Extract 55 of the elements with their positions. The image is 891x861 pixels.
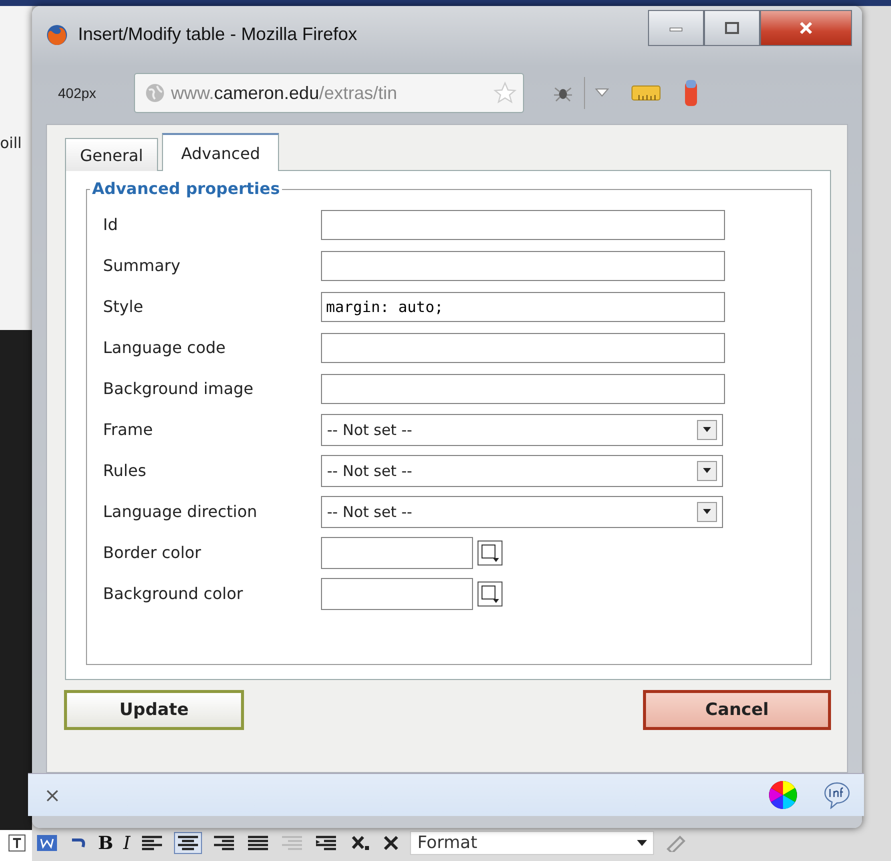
field-label: Summary <box>103 256 182 275</box>
close-icon <box>798 21 814 35</box>
field-label: Background color <box>103 584 244 603</box>
field-label: Language code <box>103 338 227 357</box>
field-label: Language direction <box>103 502 258 521</box>
tab[interactable]: General <box>65 138 158 171</box>
text-icon[interactable] <box>8 834 26 852</box>
tab[interactable]: Advanced <box>162 133 280 171</box>
select-field[interactable]: -- Not set -- <box>321 496 723 528</box>
url-text: www.cameron.edu/extras/tin <box>171 82 398 104</box>
format-dropdown[interactable]: Format <box>410 831 654 855</box>
address-field[interactable]: www.cameron.edu/extras/tin <box>134 73 524 113</box>
close-button[interactable]: × <box>44 783 61 807</box>
select-field[interactable]: -- Not set -- <box>321 414 723 446</box>
bold-button[interactable]: B <box>98 832 114 854</box>
color-field[interactable] <box>321 536 473 568</box>
field-label: Border color <box>103 543 202 562</box>
field-label: Frame <box>103 420 154 439</box>
clear-format-icon[interactable] <box>382 834 400 852</box>
close-button[interactable] <box>760 10 852 46</box>
zoom-label: 402px <box>58 85 98 101</box>
field-label: Style <box>103 297 144 316</box>
justify-icon[interactable] <box>246 834 270 852</box>
update-button[interactable]: Update <box>64 690 244 730</box>
field-label: Id <box>103 215 119 234</box>
maximize-button[interactable] <box>704 10 760 46</box>
minimize-button[interactable] <box>648 10 704 46</box>
align-right-icon[interactable] <box>212 834 236 852</box>
cancel-button[interactable]: Cancel <box>643 690 831 730</box>
field-label: Rules <box>103 461 148 480</box>
text-field[interactable] <box>321 250 725 280</box>
text-field[interactable]: margin: auto; <box>321 292 725 322</box>
page-text: oill <box>0 134 20 152</box>
select-field[interactable]: -- Not set -- <box>321 454 723 486</box>
text-field[interactable] <box>321 210 725 240</box>
star-icon[interactable] <box>493 81 517 105</box>
align-center-icon[interactable] <box>174 832 202 854</box>
text-field[interactable] <box>321 374 725 404</box>
color-picker-icon[interactable] <box>477 540 503 566</box>
dropdown-arrow-icon <box>637 840 648 846</box>
firefox-icon[interactable] <box>46 24 68 46</box>
color-field[interactable] <box>321 578 473 610</box>
color-wheel-icon[interactable] <box>768 780 798 810</box>
window-title: Insert/Modify table - Mozilla Firefox <box>78 24 358 45</box>
info-bubble-icon[interactable] <box>822 781 852 809</box>
group-legend: Advanced properties <box>90 179 282 198</box>
word-icon[interactable] <box>36 834 58 852</box>
color-picker-icon[interactable] <box>477 580 503 606</box>
field-label: Background image <box>103 379 254 398</box>
italic-button[interactable]: I <box>123 832 130 854</box>
dropdown-arrow-icon[interactable] <box>595 88 609 98</box>
text-field[interactable] <box>321 332 725 362</box>
align-left-icon[interactable] <box>140 834 164 852</box>
maximize-icon <box>724 21 740 35</box>
ruler-icon[interactable] <box>631 84 661 102</box>
